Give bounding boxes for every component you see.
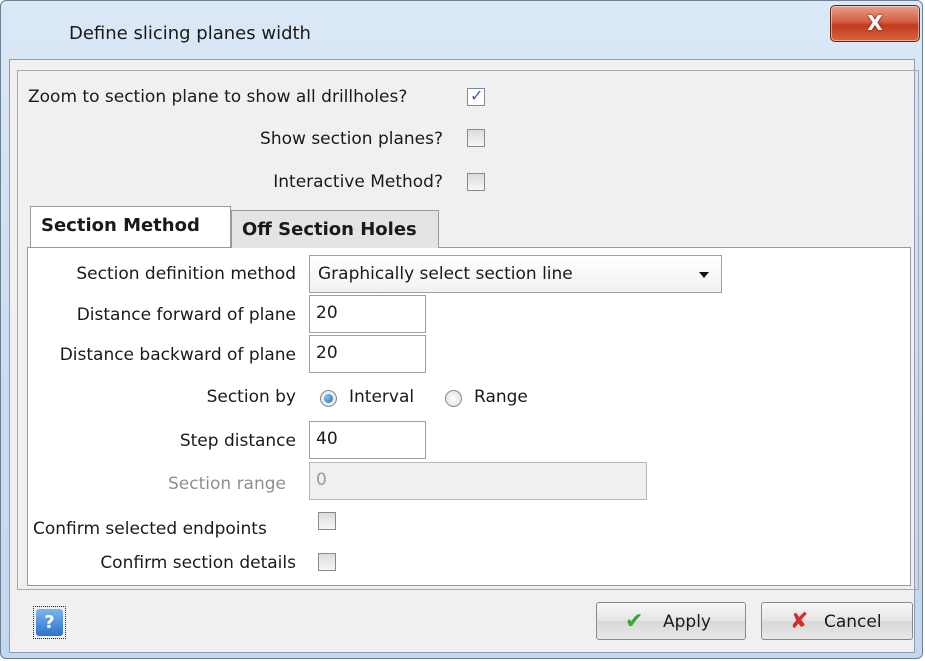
forward-distance-input[interactable]: 20 [309,295,426,333]
step-distance-input[interactable]: 40 [309,421,426,459]
method-select-value: Graphically select section line [318,264,573,284]
interval-label: Interval [349,387,415,407]
close-icon: X [867,11,883,35]
cross-icon: ✘ [790,609,809,634]
section-range-label: Section range [168,474,286,494]
show-planes-label: Show section planes? [260,129,443,149]
cancel-button[interactable]: ✘ Cancel [761,602,913,640]
confirm-endpoints-checkbox[interactable] [318,512,336,530]
section-range-input[interactable]: 0 [309,462,647,500]
window-title: Define slicing planes width [69,23,311,44]
confirm-details-checkbox[interactable] [318,553,336,571]
confirm-details-label: Confirm section details [100,553,296,573]
apply-label: Apply [663,612,711,632]
tab-off-section-holes[interactable]: Off Section Holes [231,210,439,248]
cancel-label: Cancel [824,612,882,632]
help-icon: ? [36,609,63,636]
interval-radio[interactable] [320,390,337,407]
zoom-label: Zoom to section plane to show all drillh… [28,87,408,107]
range-radio[interactable] [445,390,462,407]
tab-section-method[interactable]: Section Method [30,206,231,247]
show-planes-checkbox[interactable] [467,129,485,147]
interactive-checkbox[interactable] [467,173,485,191]
backward-label: Distance backward of plane [59,345,296,365]
zoom-checkbox[interactable]: ✓ [467,86,485,106]
method-label: Section definition method [76,264,296,284]
checkmark-icon: ✔ [625,609,644,634]
apply-button[interactable]: ✔ Apply [596,602,746,640]
interactive-label: Interactive Method? [273,172,443,192]
step-distance-label: Step distance [179,431,296,451]
check-icon: ✓ [470,86,484,105]
method-select[interactable]: Graphically select section line [309,255,722,293]
forward-label: Distance forward of plane [76,305,296,325]
backward-distance-input[interactable]: 20 [309,335,426,373]
help-button[interactable]: ? [33,606,66,639]
chevron-down-icon [699,272,709,278]
confirm-endpoints-label: Confirm selected endpoints [33,519,267,539]
section-by-label: Section by [206,387,296,407]
range-label: Range [474,387,528,407]
close-button[interactable]: X [830,5,920,42]
